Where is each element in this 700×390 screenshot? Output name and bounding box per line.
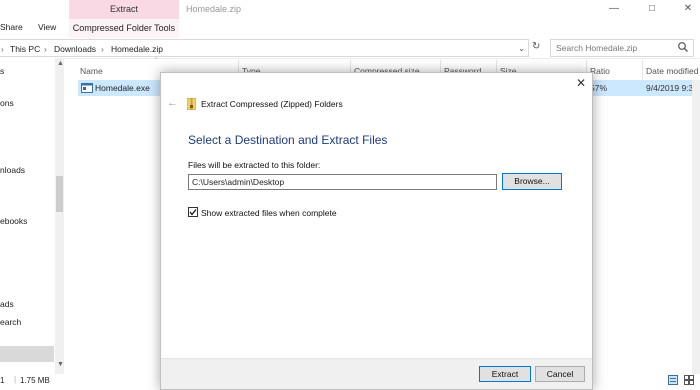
extract-button[interactable]: Extract <box>479 366 531 382</box>
context-tab-extract[interactable]: Extract <box>69 0 179 20</box>
breadcrumb-homedale-zip[interactable]: Homedale.zip <box>111 44 163 54</box>
search-placeholder: Search Homedale.zip <box>556 43 638 53</box>
breadcrumb-this-pc[interactable]: This PC <box>10 44 40 54</box>
dialog-footer: Extract Cancel <box>161 358 592 389</box>
window-title: Homedale.zip <box>186 4 242 14</box>
status-divider: | <box>14 375 17 384</box>
nav-item[interactable]: ads <box>0 299 14 309</box>
destination-path-input[interactable]: C:\Users\admin\Desktop <box>188 174 497 190</box>
search-input[interactable]: Search Homedale.zip <box>550 39 694 57</box>
sort-arrow-icon: ˆ <box>155 58 158 65</box>
address-bar-row: › This PC › Downloads › Homedale.zip ⌄ ↻… <box>0 38 700 59</box>
breadcrumb-downloads[interactable]: Downloads <box>54 44 96 54</box>
item-count: 1 <box>0 376 5 385</box>
breadcrumb-separator-icon: › <box>101 44 104 54</box>
dialog-title: Extract Compressed (Zipped) Folders <box>201 99 343 109</box>
destination-path-value: C:\Users\admin\Desktop <box>192 177 285 187</box>
nav-item[interactable]: ebooks <box>0 216 27 226</box>
scroll-up-icon[interactable]: ▲ <box>57 60 64 67</box>
maximize-icon[interactable]: □ <box>640 0 664 17</box>
nav-scrollbar[interactable] <box>55 58 64 374</box>
minimize-icon[interactable]: — <box>602 0 626 17</box>
column-header-name[interactable]: Name <box>80 66 103 76</box>
breadcrumb-separator-icon: › <box>1 44 4 54</box>
navigation-pane: s ons nloads ebooks ads earch <box>0 58 62 374</box>
destination-label: Files will be extracted to this folder: <box>188 160 321 170</box>
file-name: Homedale.exe <box>95 83 150 93</box>
dialog-heading: Select a Destination and Extract Files <box>188 133 388 147</box>
checkbox-checked-icon[interactable] <box>188 207 198 217</box>
nav-item[interactable]: s <box>0 66 4 76</box>
breadcrumb-separator-icon: › <box>44 44 47 54</box>
address-bar[interactable]: › This PC › Downloads › Homedale.zip ⌄ <box>0 39 529 57</box>
nav-scrollbar-thumb[interactable] <box>56 176 63 212</box>
nav-item-selected[interactable] <box>0 346 54 362</box>
refresh-icon[interactable]: ↻ <box>532 41 540 52</box>
tab-share[interactable]: Share <box>0 22 23 32</box>
scroll-down-icon[interactable]: ▼ <box>57 361 64 368</box>
back-arrow-icon[interactable]: ← <box>167 97 178 109</box>
nav-item[interactable]: ons <box>0 98 14 108</box>
tab-view[interactable]: View <box>38 22 56 32</box>
show-files-checkbox-label[interactable]: Show extracted files when complete <box>201 208 337 218</box>
zip-folder-icon <box>187 98 196 110</box>
list-scrollbar[interactable] <box>692 80 700 374</box>
close-window-icon[interactable]: ✕ <box>676 0 700 17</box>
search-icon <box>677 41 689 53</box>
cancel-button[interactable]: Cancel <box>535 366 585 382</box>
nav-item[interactable]: nloads <box>0 165 25 175</box>
details-view-icon[interactable] <box>668 375 678 385</box>
browse-button[interactable]: Browse... <box>502 173 562 190</box>
extract-dialog: ✕ ← Extract Compressed (Zipped) Folders … <box>160 72 593 390</box>
exe-file-icon <box>81 83 93 93</box>
nav-item[interactable]: earch <box>0 317 21 327</box>
context-group-compressed-folder-tools: Compressed Folder Tools <box>69 19 179 38</box>
close-dialog-icon[interactable]: ✕ <box>576 76 586 90</box>
selected-size: 1.75 MB <box>20 376 50 385</box>
large-icons-view-icon[interactable] <box>684 375 694 385</box>
column-divider[interactable] <box>642 60 643 80</box>
chevron-down-icon[interactable]: ⌄ <box>518 43 525 54</box>
column-header-date-modified[interactable]: Date modified <box>646 66 698 76</box>
